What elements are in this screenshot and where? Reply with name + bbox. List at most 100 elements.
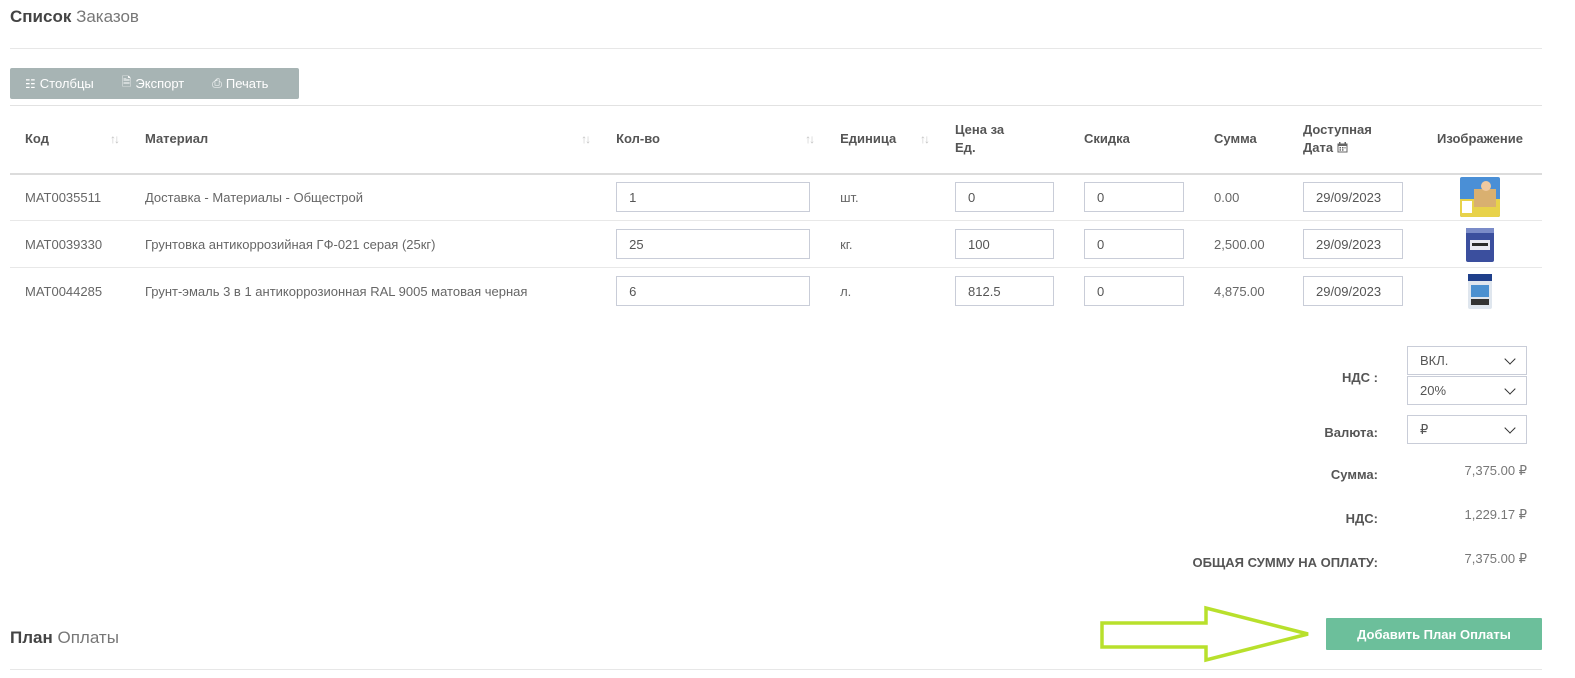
- cell-code: MAT0044285: [25, 283, 103, 299]
- product-thumbnail-delivery[interactable]: [1459, 177, 1500, 218]
- col-header-code-label: Код: [25, 131, 49, 147]
- currency-label: Валюта:: [1324, 425, 1378, 440]
- calendar-icon: [1337, 142, 1348, 153]
- product-thumbnail-primer-bucket[interactable]: [1459, 224, 1500, 264]
- orders-table: Код ↑↓ Материал ↑↓ Кол-во ↑↓ Единица ↑↓ …: [10, 105, 1542, 315]
- cell-unit: кг.: [825, 220, 941, 268]
- sort-icon[interactable]: ↑↓: [920, 130, 930, 148]
- cell-qty: [601, 220, 826, 268]
- columns-icon: ☷: [25, 76, 36, 91]
- date-input[interactable]: [1302, 229, 1403, 259]
- cell-sum: 2,500.00: [1199, 220, 1288, 268]
- print-button-label: Печать: [225, 76, 269, 91]
- discount-input[interactable]: [1084, 276, 1185, 307]
- col-header-sum: Сумма: [1199, 105, 1288, 175]
- cell-code: MAT0035511: [10, 173, 130, 221]
- cell-discount: [1069, 173, 1200, 221]
- vat-label: НДС :: [1342, 370, 1378, 385]
- print-button[interactable]: ⎙ Печать: [198, 68, 282, 99]
- columns-button[interactable]: ☷ Столбцы: [10, 68, 108, 99]
- product-thumbnail-enamel-can[interactable]: [1459, 271, 1500, 312]
- table-row: MAT0039330 Грунтовка антикоррозийная ГФ-…: [10, 220, 1542, 268]
- table-row: MAT0035511 Доставка - Материалы - Общест…: [10, 173, 1542, 221]
- cell-price: [940, 268, 1069, 315]
- col-header-price-line2: Ед.: [955, 140, 976, 156]
- sort-icon[interactable]: ↑↓: [805, 130, 815, 148]
- vat-rate-value: 20%: [1420, 383, 1447, 398]
- sort-icon[interactable]: ↑↓: [110, 130, 120, 148]
- order-list-title-bold: Список: [10, 7, 72, 26]
- col-header-image-label: Изображение: [1437, 131, 1523, 147]
- vat-rate-select[interactable]: 20%: [1407, 376, 1527, 405]
- qty-input[interactable]: [616, 182, 811, 213]
- print-icon: ⎙: [212, 76, 222, 90]
- qty-input[interactable]: [616, 276, 811, 307]
- col-header-qty[interactable]: Кол-во ↑↓: [601, 105, 826, 175]
- col-header-date-line2: Дата: [1302, 140, 1334, 156]
- cell-qty: [601, 268, 825, 315]
- cell-sum: 0.00: [1199, 173, 1288, 221]
- payment-plan-title-rest: Оплаты: [57, 628, 119, 647]
- export-icon: 🗎: [121, 75, 132, 89]
- order-list-title-rest: Заказов: [76, 7, 139, 26]
- sort-icon[interactable]: ↑↓: [581, 130, 591, 148]
- cell-code: MAT0039330: [10, 220, 130, 268]
- col-header-qty-label: Кол-во: [616, 131, 660, 147]
- cell-discount: [1069, 268, 1199, 315]
- divider: [10, 669, 1542, 670]
- table-header-row: Код ↑↓ Материал ↑↓ Кол-во ↑↓ Единица ↑↓ …: [10, 105, 1542, 175]
- table-row: MAT0044285 Грунт-эмаль 3 в 1 антикоррози…: [10, 268, 1542, 315]
- vat-amount-label: НДС:: [1345, 511, 1378, 526]
- date-input[interactable]: [1302, 276, 1403, 307]
- col-header-unit-label: Единица: [840, 131, 897, 147]
- annotation-arrow-icon: [1100, 605, 1309, 663]
- discount-input[interactable]: [1084, 229, 1185, 259]
- col-header-sum-label: Сумма: [1214, 131, 1257, 147]
- cell-material: Доставка - Материалы - Общестрой: [129, 173, 602, 221]
- currency-select[interactable]: ₽: [1407, 415, 1527, 444]
- export-button[interactable]: 🗎 Экспорт: [108, 68, 199, 99]
- col-header-material[interactable]: Материал ↑↓: [129, 105, 602, 175]
- cell-date: [1288, 268, 1418, 315]
- cell-unit: шт.: [825, 173, 941, 221]
- price-input[interactable]: [955, 276, 1055, 307]
- cell-date: [1287, 173, 1418, 221]
- col-header-discount-label: Скидка: [1084, 131, 1130, 147]
- cell-image: [1417, 220, 1542, 268]
- chevron-down-icon: [1504, 382, 1516, 395]
- divider: [10, 48, 1542, 49]
- sum-label: Сумма:: [1330, 467, 1378, 482]
- col-header-price-line1: Цена за: [955, 122, 1005, 138]
- col-header-date-line1: Доступная: [1302, 122, 1372, 138]
- chevron-down-icon: [1504, 352, 1516, 365]
- table-toolbar: ☷ Столбцы 🗎 Экспорт ⎙ Печать: [10, 68, 299, 99]
- price-input[interactable]: [955, 182, 1055, 213]
- col-header-discount: Скидка: [1069, 105, 1200, 175]
- cell-unit: л.: [840, 283, 852, 299]
- vat-mode-select[interactable]: ВКЛ.: [1407, 346, 1527, 375]
- payment-plan-title: План Оплаты: [10, 628, 119, 648]
- vat-mode-value: ВКЛ.: [1420, 353, 1449, 368]
- add-payment-plan-button[interactable]: Добавить План Оплаты: [1326, 618, 1542, 650]
- col-header-code[interactable]: Код ↑↓: [10, 105, 130, 175]
- vat-amount-value: 1,229.17 ₽: [1464, 507, 1528, 522]
- cell-discount: [1069, 220, 1200, 268]
- cell-date: [1287, 220, 1418, 268]
- cell-material: Грунт-эмаль 3 в 1 антикоррозионная RAL 9…: [144, 283, 528, 299]
- cell-price: [940, 173, 1070, 221]
- discount-input[interactable]: [1084, 182, 1185, 213]
- col-header-unit[interactable]: Единица ↑↓: [825, 105, 941, 175]
- order-list-title: Список Заказов: [10, 7, 139, 27]
- cell-qty: [601, 173, 826, 221]
- price-input[interactable]: [955, 229, 1055, 259]
- qty-input[interactable]: [616, 229, 811, 259]
- payment-plan-title-bold: План: [10, 628, 53, 647]
- currency-value: ₽: [1420, 421, 1429, 437]
- columns-button-label: Столбцы: [39, 76, 94, 91]
- sum-value: 7,375.00 ₽: [1464, 463, 1528, 478]
- date-input[interactable]: [1302, 182, 1403, 213]
- col-header-image: Изображение: [1417, 105, 1542, 175]
- col-header-material-label: Материал: [144, 131, 209, 147]
- total-label: ОБЩАЯ СУММУ НА ОПЛАТУ:: [1192, 555, 1378, 570]
- col-header-price: Цена за Ед.: [940, 105, 1070, 175]
